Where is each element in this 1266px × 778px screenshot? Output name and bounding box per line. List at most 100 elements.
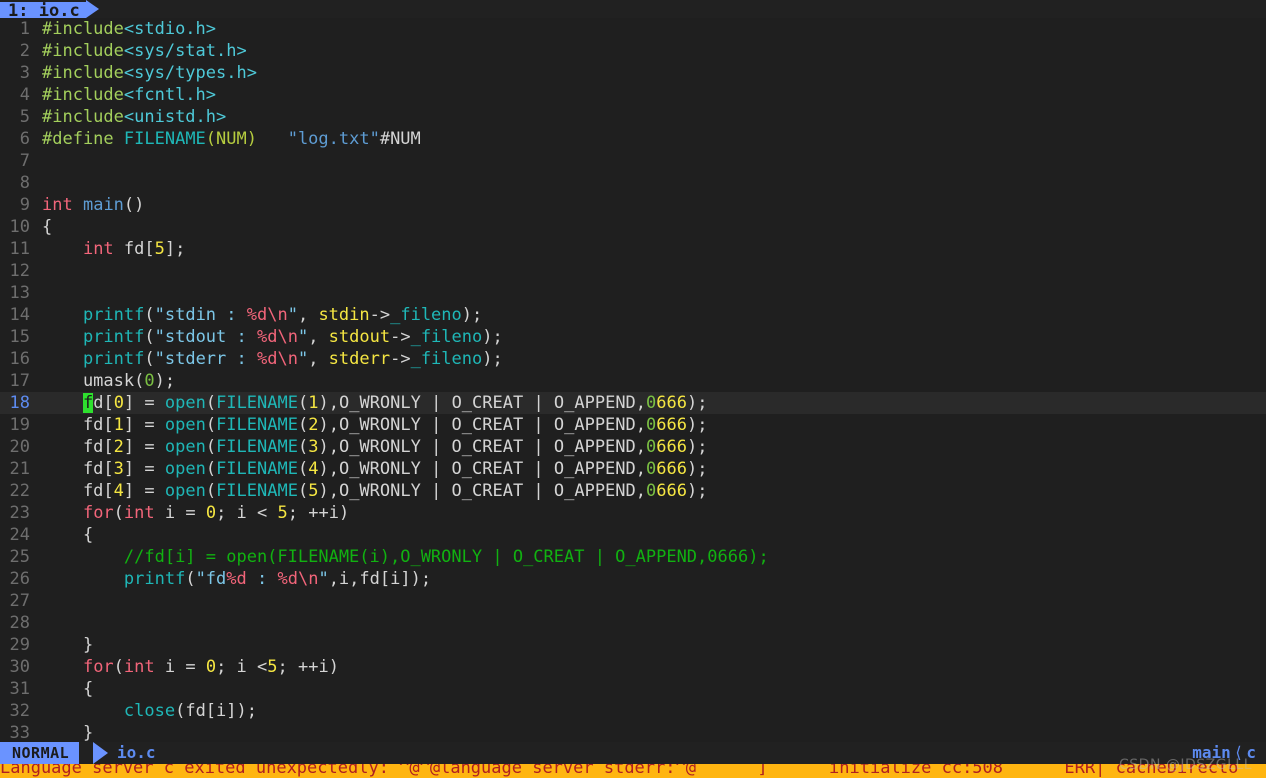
- line-content: printf("stdin : %d\n", stdin->_fileno);: [82, 305, 483, 325]
- line-number: 29: [9, 635, 30, 655]
- line-content: fd[4] = open(FILENAME(5),O_WRONLY | O_CR…: [42, 481, 708, 501]
- code-line-9[interactable]: 9 int main(): [0, 194, 1266, 216]
- line-number: 13: [9, 283, 30, 303]
- line-number: 15: [9, 327, 30, 347]
- code-line-6[interactable]: 6 #define FILENAME(NUM) "log.txt"#NUM: [0, 128, 1266, 150]
- code-line-22[interactable]: 22 fd[4] = open(FILENAME(5),O_WRONLY | O…: [0, 480, 1266, 502]
- line-number: 23: [9, 503, 30, 523]
- line-number: 14: [9, 305, 30, 325]
- code-line-30[interactable]: 30 for(int i = 0; i <5; ++i): [0, 656, 1266, 678]
- code-line-28[interactable]: 28: [0, 612, 1266, 634]
- line-content: close(fd[i]);: [123, 701, 257, 721]
- code-line-26[interactable]: 26 printf("fd%d : %d\n",i,fd[i]);: [0, 568, 1266, 590]
- code-line-27[interactable]: 27: [0, 590, 1266, 612]
- line-content: fd[1] = open(FILENAME(2),O_WRONLY | O_CR…: [42, 415, 708, 435]
- line-number: 6: [19, 129, 30, 149]
- code-line-19[interactable]: 19 fd[1] = open(FILENAME(2),O_WRONLY | O…: [0, 414, 1266, 436]
- line-content: umask(0);: [42, 371, 176, 391]
- line-number: 9: [19, 195, 30, 215]
- code-line-17[interactable]: 17 umask(0);: [0, 370, 1266, 392]
- line-content: printf("stdout : %d\n", stdout->_fileno)…: [82, 327, 503, 347]
- editor-buffer[interactable]: 1 #include<stdio.h> 2 #include<sys/stat.h>…: [0, 18, 1266, 744]
- code-line-33[interactable]: 33 }: [0, 722, 1266, 744]
- line-number: 8: [19, 173, 30, 193]
- code-line-13[interactable]: 13: [0, 282, 1266, 304]
- line-content: fd[2] = open(FILENAME(3),O_WRONLY | O_CR…: [42, 437, 708, 457]
- line-number: 32: [9, 701, 30, 721]
- chevron-right-icon: ⟨: [1233, 743, 1244, 762]
- line-number: 22: [9, 481, 30, 501]
- message-text: Language server c exited unexpectedly: ^…: [0, 764, 1239, 778]
- code-line-12[interactable]: 12: [0, 260, 1266, 282]
- line-number: 16: [9, 349, 30, 369]
- code-line-18-cursorline[interactable]: 18 fd[0] = open(FILENAME(1),O_WRONLY | O…: [0, 392, 1266, 414]
- line-number: 4: [19, 85, 30, 105]
- code-line-20[interactable]: 20 fd[2] = open(FILENAME(3),O_WRONLY | O…: [0, 436, 1266, 458]
- line-number: 24: [9, 525, 30, 545]
- code-line-24[interactable]: 24 {: [0, 524, 1266, 546]
- code-line-15[interactable]: 15 printf("stdout : %d\n", stdout->_file…: [0, 326, 1266, 348]
- line-number: 21: [9, 459, 30, 479]
- line-number: 27: [9, 591, 30, 611]
- line-content: fd[3] = open(FILENAME(4),O_WRONLY | O_CR…: [42, 459, 708, 479]
- code-line-31[interactable]: 31 {: [0, 678, 1266, 700]
- tabline: 1: io.c: [0, 0, 1266, 18]
- line-number: 5: [19, 107, 30, 127]
- code-line-1[interactable]: 1 #include<stdio.h>: [0, 18, 1266, 40]
- code-line-2[interactable]: 2 #include<sys/stat.h>: [0, 40, 1266, 62]
- line-number: 17: [9, 371, 30, 391]
- statusline-filetype: c: [1246, 743, 1256, 762]
- line-content: }: [82, 723, 94, 743]
- line-content: for(int i = 0; i < 5; ++i): [82, 503, 350, 523]
- tab-separator-chevron-icon: [85, 0, 99, 18]
- tab-io-c[interactable]: 1: io.c: [0, 2, 86, 18]
- line-content: //fd[i] = open(FILENAME(i),O_WRONLY | O_…: [123, 547, 769, 567]
- line-number: 30: [9, 657, 30, 677]
- line-number: 10: [9, 217, 30, 237]
- line-content: int fd[5];: [82, 239, 186, 259]
- line-content: #include<stdio.h>: [42, 19, 217, 39]
- code-line-14[interactable]: 14 printf("stdin : %d\n", stdin->_fileno…: [0, 304, 1266, 326]
- code-line-11[interactable]: 11 int fd[5];: [0, 238, 1266, 260]
- line-content: for(int i = 0; i <5; ++i): [82, 657, 339, 677]
- line-content: printf("fd%d : %d\n",i,fd[i]);: [123, 569, 432, 589]
- code-line-5[interactable]: 5 #include<unistd.h>: [0, 106, 1266, 128]
- code-line-29[interactable]: 29 }: [0, 634, 1266, 656]
- line-number: 19: [9, 415, 30, 435]
- line-number-current: 18: [9, 393, 30, 413]
- line-content: {: [82, 679, 94, 699]
- line-number: 28: [9, 613, 30, 633]
- line-content: #include<sys/types.h>: [42, 63, 257, 83]
- code-line-8[interactable]: 8: [0, 172, 1266, 194]
- text-cursor: f: [82, 393, 94, 413]
- code-line-25[interactable]: 25 //fd[i] = open(FILENAME(i),O_WRONLY |…: [0, 546, 1266, 568]
- message-error-bar: Language server c exited unexpectedly: ^…: [0, 764, 1266, 778]
- code-line-7[interactable]: 7: [0, 150, 1266, 172]
- line-content: {: [82, 525, 94, 545]
- line-content: #include<sys/stat.h>: [42, 41, 247, 61]
- line-number: 2: [19, 41, 30, 61]
- line-content: #include<fcntl.h>: [42, 85, 217, 105]
- code-line-3[interactable]: 3 #include<sys/types.h>: [0, 62, 1266, 84]
- line-content: fd[0] = open(FILENAME(1),O_WRONLY | O_CR…: [82, 393, 708, 413]
- mode-indicator: NORMAL: [0, 742, 80, 764]
- line-number: 31: [9, 679, 30, 699]
- code-line-4[interactable]: 4 #include<fcntl.h>: [0, 84, 1266, 106]
- line-number: 33: [9, 723, 30, 743]
- statusline-symbol-context: main ⟨ c: [1192, 742, 1256, 764]
- statusline: NORMAL io.c main ⟨ c: [0, 742, 1266, 764]
- line-content: #define FILENAME(NUM) "log.txt"#NUM: [42, 129, 421, 149]
- tab-label: io.c: [38, 1, 80, 18]
- code-line-21[interactable]: 21 fd[3] = open(FILENAME(4),O_WRONLY | O…: [0, 458, 1266, 480]
- tab-index: 1:: [8, 1, 29, 18]
- code-line-10[interactable]: 10 {: [0, 216, 1266, 238]
- code-line-23[interactable]: 23 for(int i = 0; i < 5; ++i): [0, 502, 1266, 524]
- line-number: 20: [9, 437, 30, 457]
- line-number: 1: [19, 19, 30, 39]
- line-content: printf("stderr : %d\n", stderr->_fileno)…: [82, 349, 503, 369]
- line-number: 25: [9, 547, 30, 567]
- code-line-32[interactable]: 32 close(fd[i]);: [0, 700, 1266, 722]
- code-line-16[interactable]: 16 printf("stderr : %d\n", stderr->_file…: [0, 348, 1266, 370]
- neovim-window: 1: io.c 1 #include<stdio.h> 2 #include<sys…: [0, 0, 1266, 778]
- line-number: 11: [9, 239, 30, 259]
